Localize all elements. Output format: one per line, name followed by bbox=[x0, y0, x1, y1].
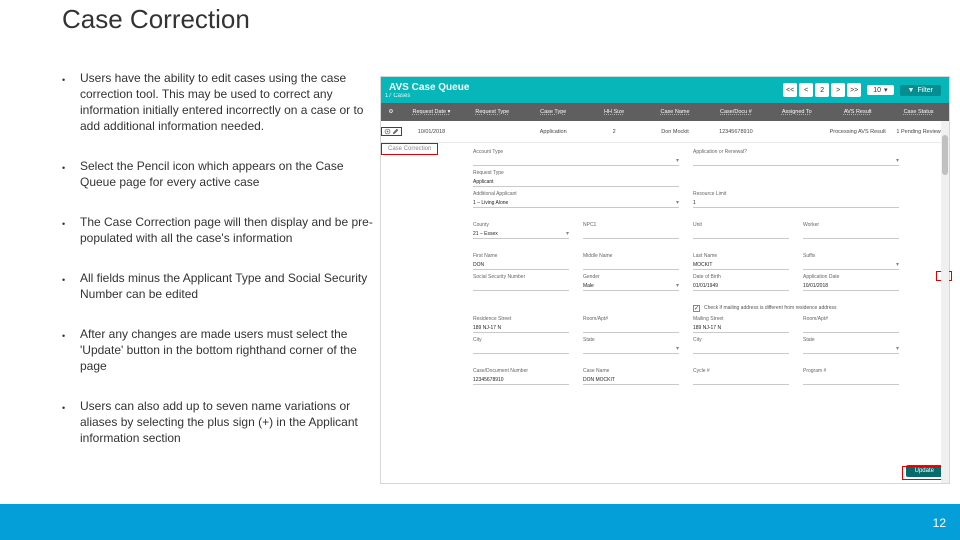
pencil-icon bbox=[392, 128, 399, 135]
col-case-name[interactable]: Case Name bbox=[645, 109, 706, 115]
bullet-list: •Users have the ability to edit cases us… bbox=[62, 70, 382, 470]
npc1-field[interactable] bbox=[583, 228, 679, 239]
pager-first[interactable]: << bbox=[783, 83, 797, 97]
applicant-type-field[interactable]: ▾ bbox=[473, 155, 679, 166]
eye-icon bbox=[384, 128, 391, 135]
col-avs-result[interactable]: AVS Result bbox=[827, 109, 888, 115]
queue-title: AVS Case Queue bbox=[389, 82, 469, 93]
queue-count: 17 Cases bbox=[385, 93, 469, 99]
case-name-field[interactable]: DON MOCKIT bbox=[583, 374, 679, 385]
dob-field[interactable]: 01/01/1949 bbox=[693, 280, 789, 291]
pager-prev[interactable]: < bbox=[799, 83, 813, 97]
per-page-select[interactable]: 10▾ bbox=[867, 85, 893, 95]
scrollbar-thumb[interactable] bbox=[942, 135, 948, 175]
last-name-field[interactable]: MOCKIT bbox=[693, 259, 789, 270]
additional-applicant-field[interactable]: 1 – Living Alone▾ bbox=[473, 197, 679, 208]
pager-last[interactable]: >> bbox=[847, 83, 861, 97]
col-assigned-to[interactable]: Assigned To bbox=[766, 109, 827, 115]
bullet: •After any changes are made users must s… bbox=[62, 326, 382, 374]
res-room-field[interactable] bbox=[583, 322, 679, 333]
slide-footer-bar bbox=[0, 504, 960, 540]
case-correction-form: Account Type▾ Application or Renewal?▾ R… bbox=[381, 143, 949, 483]
res-street-field[interactable]: 189 NJ-17 N bbox=[473, 322, 569, 333]
col-request-type[interactable]: Request Type bbox=[462, 109, 523, 115]
table-row: 10/01/2018 Application 2 Don Mockit 1234… bbox=[381, 121, 949, 143]
mailing-diff-checkbox[interactable]: ✓Check if mailing address is different f… bbox=[693, 305, 899, 312]
ssn-field bbox=[473, 280, 569, 291]
col-case-docu[interactable]: Case/Docu # bbox=[705, 109, 766, 115]
resource-limit-field[interactable]: 1 bbox=[693, 197, 899, 208]
slide: Case Correction •Users have the ability … bbox=[0, 0, 960, 540]
page-title: Case Correction bbox=[62, 4, 250, 35]
bullet: •Users have the ability to edit cases us… bbox=[62, 70, 382, 134]
update-highlight bbox=[902, 466, 946, 480]
gear-icon[interactable]: ⚙ bbox=[381, 109, 401, 115]
res-state-field[interactable]: ▾ bbox=[583, 343, 679, 354]
pager-current[interactable]: 2 bbox=[815, 83, 829, 97]
bullet: •Select the Pencil icon which appears on… bbox=[62, 158, 382, 190]
col-case-status[interactable]: Case Status bbox=[888, 109, 949, 115]
col-hh-size[interactable]: HH Size bbox=[584, 109, 645, 115]
worker-field[interactable] bbox=[803, 228, 899, 239]
mail-room-field[interactable] bbox=[803, 322, 899, 333]
cycle-field[interactable] bbox=[693, 374, 789, 385]
chevron-down-icon: ▾ bbox=[884, 86, 888, 94]
bullet: •The Case Correction page will then disp… bbox=[62, 214, 382, 246]
page-number: 12 bbox=[933, 516, 946, 530]
case-docu-field[interactable]: 12345678910 bbox=[473, 374, 569, 385]
edit-case-button[interactable] bbox=[381, 127, 402, 136]
checkbox-icon: ✓ bbox=[693, 305, 700, 312]
res-city-field[interactable] bbox=[473, 343, 569, 354]
scrollbar[interactable] bbox=[941, 121, 949, 483]
gender-field[interactable]: Male▾ bbox=[583, 280, 679, 291]
col-case-type[interactable]: Case Type bbox=[523, 109, 584, 115]
filter-button[interactable]: ▼Filter bbox=[900, 85, 942, 96]
middle-name-field[interactable] bbox=[583, 259, 679, 270]
funnel-icon: ▼ bbox=[908, 87, 915, 94]
suffix-field[interactable]: ▾ bbox=[803, 259, 899, 270]
program-field[interactable] bbox=[803, 374, 899, 385]
unit-field[interactable] bbox=[693, 228, 789, 239]
mail-state-field[interactable]: ▾ bbox=[803, 343, 899, 354]
bullet: •Users can also add up to seven name var… bbox=[62, 398, 382, 446]
app-date-field[interactable]: 10/01/2018 bbox=[803, 280, 899, 291]
pager: << < 2 > >> bbox=[783, 83, 861, 97]
request-type-field[interactable]: Applicant bbox=[473, 176, 679, 187]
pager-next[interactable]: > bbox=[831, 83, 845, 97]
table-header: ⚙ Request Date ▾ Request Type Case Type … bbox=[381, 103, 949, 121]
county-field[interactable]: 21 – Essex▾ bbox=[473, 228, 569, 239]
screenshot-figure: AVS Case Queue 17 Cases << < 2 > >> 10▾ … bbox=[380, 76, 950, 484]
first-name-field[interactable]: DON bbox=[473, 259, 569, 270]
bullet: •All fields minus the Applicant Type and… bbox=[62, 270, 382, 302]
mail-city-field[interactable] bbox=[693, 343, 789, 354]
col-request-date[interactable]: Request Date ▾ bbox=[401, 109, 462, 115]
app-renewal-field[interactable]: ▾ bbox=[693, 155, 899, 166]
case-correction-breadcrumb: Case Correction bbox=[381, 143, 438, 155]
queue-topbar: AVS Case Queue 17 Cases << < 2 > >> 10▾ … bbox=[381, 77, 949, 103]
mail-street-field[interactable]: 189 NJ-17 N bbox=[693, 322, 789, 333]
